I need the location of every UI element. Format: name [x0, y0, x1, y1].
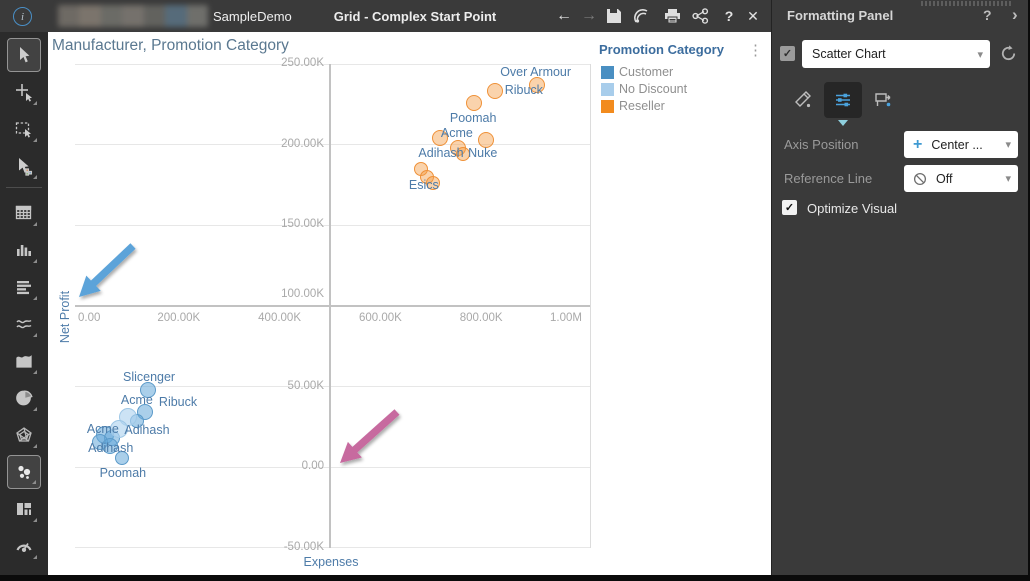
gridline	[75, 224, 590, 226]
panel-help-button[interactable]: ?	[983, 7, 992, 23]
point-label: Over Armour	[500, 64, 572, 79]
x-axis-title: Expenses	[303, 555, 359, 569]
formatting-panel-title: Formatting Panel	[787, 8, 894, 23]
reference-line-label: Reference Line	[784, 171, 873, 186]
y-axis-title: Net Profit	[58, 290, 72, 344]
chart-type-checkbox[interactable]: ✓	[780, 46, 795, 61]
point-label: Nuke	[468, 145, 498, 160]
point-label: Poomah	[449, 110, 497, 125]
y-tick-label: 100.00K	[281, 288, 324, 300]
reference-line-dropdown[interactable]: Off ▾	[904, 165, 1018, 192]
point-label: Slicenger	[122, 369, 176, 384]
window-bottom-border	[0, 575, 1030, 581]
app-window: i SampleDemo Grid - Complex Start Point …	[0, 0, 1030, 581]
x-tick-label: 400.00K	[258, 312, 302, 324]
reference-line-value: Off	[936, 171, 953, 186]
tab-style[interactable]	[786, 84, 820, 116]
optimize-visual-checkbox[interactable]: ✓	[782, 200, 797, 215]
y-tick-label: 250.00K	[281, 57, 324, 70]
y-tick-label: 150.00K	[281, 218, 324, 231]
point-label: Adihash	[124, 422, 170, 437]
point-label: Ribuck	[158, 395, 198, 410]
x-axis-line	[75, 305, 590, 307]
point-label: Adihash	[88, 441, 134, 456]
y-tick-label: -50.00K	[283, 540, 324, 553]
chart-type-value: Scatter Chart	[812, 47, 886, 61]
active-tab-caret	[838, 120, 848, 126]
point-label: Ribuck	[504, 83, 543, 98]
plot-right-border	[590, 64, 591, 548]
off-icon	[913, 172, 927, 186]
scatter-point[interactable]	[486, 83, 503, 100]
scatter-point[interactable]	[466, 94, 483, 111]
x-tick-label: 200.00K	[157, 312, 201, 324]
x-tick-label: 0.00	[78, 312, 101, 324]
gridline	[75, 466, 590, 468]
tab-settings[interactable]	[824, 82, 862, 118]
y-axis-line	[329, 64, 331, 548]
x-tick-label: 600.00K	[358, 312, 402, 324]
point-label: Acme	[120, 393, 153, 408]
formatting-panel: ✓ Scatter Chart ▾ Axis Position + Center…	[771, 32, 1030, 575]
axis-position-dropdown[interactable]: + Center ... ▾	[904, 131, 1018, 158]
point-label: Acme	[86, 421, 119, 436]
chevron-down-icon: ▾	[977, 48, 983, 61]
x-tick-label: 800.00K	[459, 312, 503, 324]
chevron-down-icon: ▾	[1005, 139, 1011, 151]
optimize-visual-label: Optimize Visual	[807, 201, 898, 216]
y-tick-label: 0.00	[301, 460, 324, 473]
point-label: Esics	[408, 178, 439, 193]
point-label: Poomah	[99, 465, 147, 480]
point-label: Adihash	[418, 145, 464, 160]
axis-position-value: Center ...	[931, 137, 983, 152]
center-axis-icon: +	[913, 135, 923, 153]
reset-button[interactable]	[998, 43, 1019, 69]
x-tick-label: 1.00M	[550, 312, 582, 324]
point-label: Acme	[440, 126, 473, 141]
formatting-panel-header: Formatting Panel ? ›	[771, 0, 1030, 32]
chart-type-dropdown[interactable]: Scatter Chart ▾	[802, 40, 990, 68]
chevron-down-icon: ▾	[1005, 173, 1011, 185]
tab-conditional-format[interactable]	[866, 84, 900, 116]
panel-drag-grip[interactable]	[921, 1, 1013, 6]
y-tick-label: 50.00K	[287, 379, 324, 392]
gridline	[75, 144, 590, 146]
gridline	[75, 547, 590, 549]
panel-collapse-button[interactable]: ›	[1012, 5, 1018, 25]
y-tick-label: 200.00K	[281, 137, 324, 150]
axis-position-label: Axis Position	[784, 137, 859, 152]
